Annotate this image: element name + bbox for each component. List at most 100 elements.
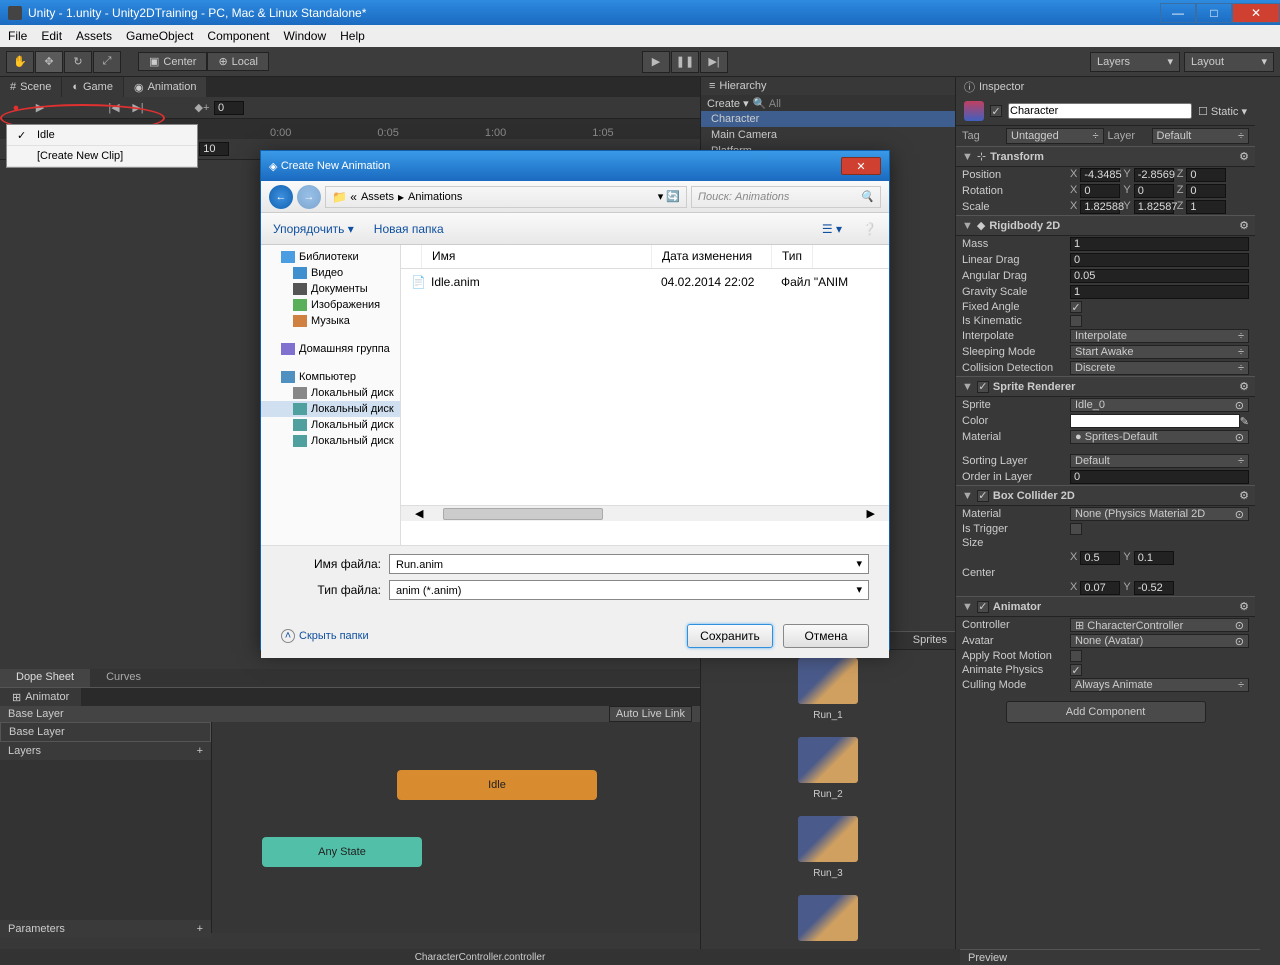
gameobject-active-checkbox[interactable]: ✓ (990, 105, 1002, 117)
rotate-tool-button[interactable]: ↻ (64, 51, 92, 73)
layout-dropdown[interactable]: Layout▾ (1184, 52, 1274, 72)
cancel-button[interactable]: Отмена (783, 624, 869, 648)
col-date[interactable]: Дата изменения (652, 245, 772, 268)
boxcollider-header[interactable]: ▼✓Box Collider 2D⚙ (956, 485, 1255, 506)
hierarchy-item[interactable]: Main Camera (701, 127, 955, 143)
sprite-item[interactable]: Run_2 (701, 729, 955, 808)
curves-tab[interactable]: Curves (90, 669, 157, 687)
anim-record-button[interactable]: ● (4, 100, 28, 116)
tree-node-music[interactable]: Музыка (261, 313, 400, 329)
gear-icon[interactable]: ⚙ (1239, 489, 1249, 502)
menu-component[interactable]: Component (207, 29, 269, 43)
sprite-enabled-checkbox[interactable]: ✓ (977, 381, 989, 393)
tree-node-homegroup[interactable]: Домашняя группа (261, 341, 400, 357)
animation-tab[interactable]: ◉ Animation (124, 77, 207, 97)
layer-dropdown[interactable]: Default÷ (1152, 128, 1250, 144)
dropdown-item-create-clip[interactable]: [Create New Clip] (7, 146, 197, 167)
tree-node-disk[interactable]: Локальный диск (261, 401, 400, 417)
gear-icon[interactable]: ⚙ (1239, 380, 1249, 393)
animator-tab[interactable]: ⊞ Animator (0, 688, 81, 706)
lineardrag-input[interactable] (1070, 253, 1249, 267)
anim-frame-input[interactable] (214, 101, 244, 115)
add-component-button[interactable]: Add Component (1006, 701, 1206, 723)
anim-prev-button[interactable]: |◀ (102, 100, 126, 116)
horizontal-scrollbar[interactable]: ◀▶ (401, 505, 889, 521)
hierarchy-create-dropdown[interactable]: Create ▾ (707, 97, 749, 110)
tree-node-disk[interactable]: Локальный диск (261, 385, 400, 401)
layers-dropdown[interactable]: Layers▾ (1090, 52, 1180, 72)
angulardrag-input[interactable] (1070, 269, 1249, 283)
pivot-center-button[interactable]: ▣ Center (138, 52, 207, 71)
sprite-item[interactable]: Run_1 (701, 650, 955, 729)
gear-icon[interactable]: ⚙ (1239, 219, 1249, 232)
animatephysics-checkbox[interactable]: ✓ (1070, 664, 1082, 676)
step-button[interactable]: ▶| (700, 51, 728, 73)
box-enabled-checkbox[interactable]: ✓ (977, 490, 989, 502)
filename-input[interactable]: Run.anim▾ (389, 554, 869, 574)
base-layer-row[interactable]: Base Layer (0, 722, 211, 742)
game-tab[interactable]: ◐ Game (62, 77, 123, 97)
avatar-field[interactable]: None (Avatar)⊙ (1070, 634, 1249, 648)
file-row[interactable]: 📄 Idle.anim 04.02.2014 22:02 Файл "ANIM (401, 269, 889, 295)
dialog-search-input[interactable]: Поиск: Animations🔍 (691, 186, 881, 208)
nav-forward-button[interactable]: → (297, 185, 321, 209)
pivot-local-button[interactable]: ⊕ Local (207, 52, 269, 71)
transform-component-header[interactable]: ▼⊹Transform⚙ (956, 146, 1255, 167)
scale-tool-button[interactable]: ⤢ (93, 51, 121, 73)
tree-node-images[interactable]: Изображения (261, 297, 400, 313)
menu-window[interactable]: Window (283, 29, 326, 43)
anim-next-button[interactable]: ▶| (126, 100, 150, 116)
dialog-close-button[interactable]: ✕ (841, 157, 881, 175)
tree-node-video[interactable]: Видео (261, 265, 400, 281)
breadcrumb[interactable]: 📁 « Assets ▸ Animations ▾ 🔄 (325, 186, 687, 208)
box-material-field[interactable]: None (Physics Material 2D⊙ (1070, 507, 1249, 521)
gameobject-name-input[interactable] (1008, 103, 1192, 119)
hand-tool-button[interactable]: ✋ (6, 51, 34, 73)
dropdown-item-idle[interactable]: Idle (7, 125, 197, 146)
menu-file[interactable]: File (8, 29, 27, 43)
nav-back-button[interactable]: ← (269, 185, 293, 209)
animator-component-header[interactable]: ▼✓Animator⚙ (956, 596, 1255, 617)
auto-live-link-button[interactable]: Auto Live Link (609, 706, 692, 722)
sprite-field[interactable]: Idle_0⊙ (1070, 398, 1249, 412)
scene-tab[interactable]: # Scene (0, 77, 61, 97)
hierarchy-item[interactable]: Character (701, 111, 955, 127)
sprite-item[interactable] (701, 887, 955, 949)
fixedangle-checkbox[interactable]: ✓ (1070, 301, 1082, 313)
parameters-header[interactable]: Parameters+ (0, 920, 211, 938)
menu-edit[interactable]: Edit (41, 29, 62, 43)
eyedropper-icon[interactable]: ✎ (1240, 415, 1249, 428)
anim-play-button[interactable]: ▶ (28, 100, 52, 116)
newfolder-button[interactable]: Новая папка (374, 222, 444, 236)
breadcrumb-base-layer[interactable]: Base Layer (8, 708, 64, 720)
menu-assets[interactable]: Assets (76, 29, 112, 43)
tree-node-disk[interactable]: Локальный диск (261, 433, 400, 449)
hierarchy-search[interactable]: 🔍 All (753, 97, 949, 110)
move-tool-button[interactable]: ✥ (35, 51, 63, 73)
gravity-input[interactable] (1070, 285, 1249, 299)
gear-icon[interactable]: ⚙ (1239, 600, 1249, 613)
close-button[interactable]: ✕ (1232, 3, 1280, 23)
sample-input[interactable] (199, 142, 229, 156)
istrigger-checkbox[interactable] (1070, 523, 1082, 535)
menu-gameobject[interactable]: GameObject (126, 29, 193, 43)
hide-folders-button[interactable]: ˄ Скрыть папки (281, 629, 369, 643)
state-node-idle[interactable]: Idle (397, 770, 597, 800)
anim-addkey-button[interactable]: ◆+ (190, 100, 214, 116)
animator-enabled-checkbox[interactable]: ✓ (977, 601, 989, 613)
pause-button[interactable]: ❚❚ (671, 51, 699, 73)
state-node-anystate[interactable]: Any State (262, 837, 422, 867)
color-field[interactable] (1070, 414, 1240, 428)
dopesheet-tab[interactable]: Dope Sheet (0, 669, 90, 687)
sleepmode-dropdown[interactable]: Start Awake÷ (1070, 345, 1249, 359)
col-type[interactable]: Тип (772, 245, 813, 268)
organize-button[interactable]: Упорядочить ▾ (273, 222, 354, 236)
tree-node-libraries[interactable]: Библиотеки (261, 249, 400, 265)
layers-header[interactable]: Layers+ (0, 742, 211, 760)
rigidbody-component-header[interactable]: ▼◆Rigidbody 2D⚙ (956, 215, 1255, 236)
cullingmode-dropdown[interactable]: Always Animate÷ (1070, 678, 1249, 692)
tree-node-disk[interactable]: Локальный диск (261, 417, 400, 433)
help-icon[interactable]: ❔ (862, 222, 877, 236)
view-icon[interactable]: ☰ ▾ (822, 222, 842, 236)
material-field[interactable]: ● Sprites-Default⊙ (1070, 430, 1249, 444)
